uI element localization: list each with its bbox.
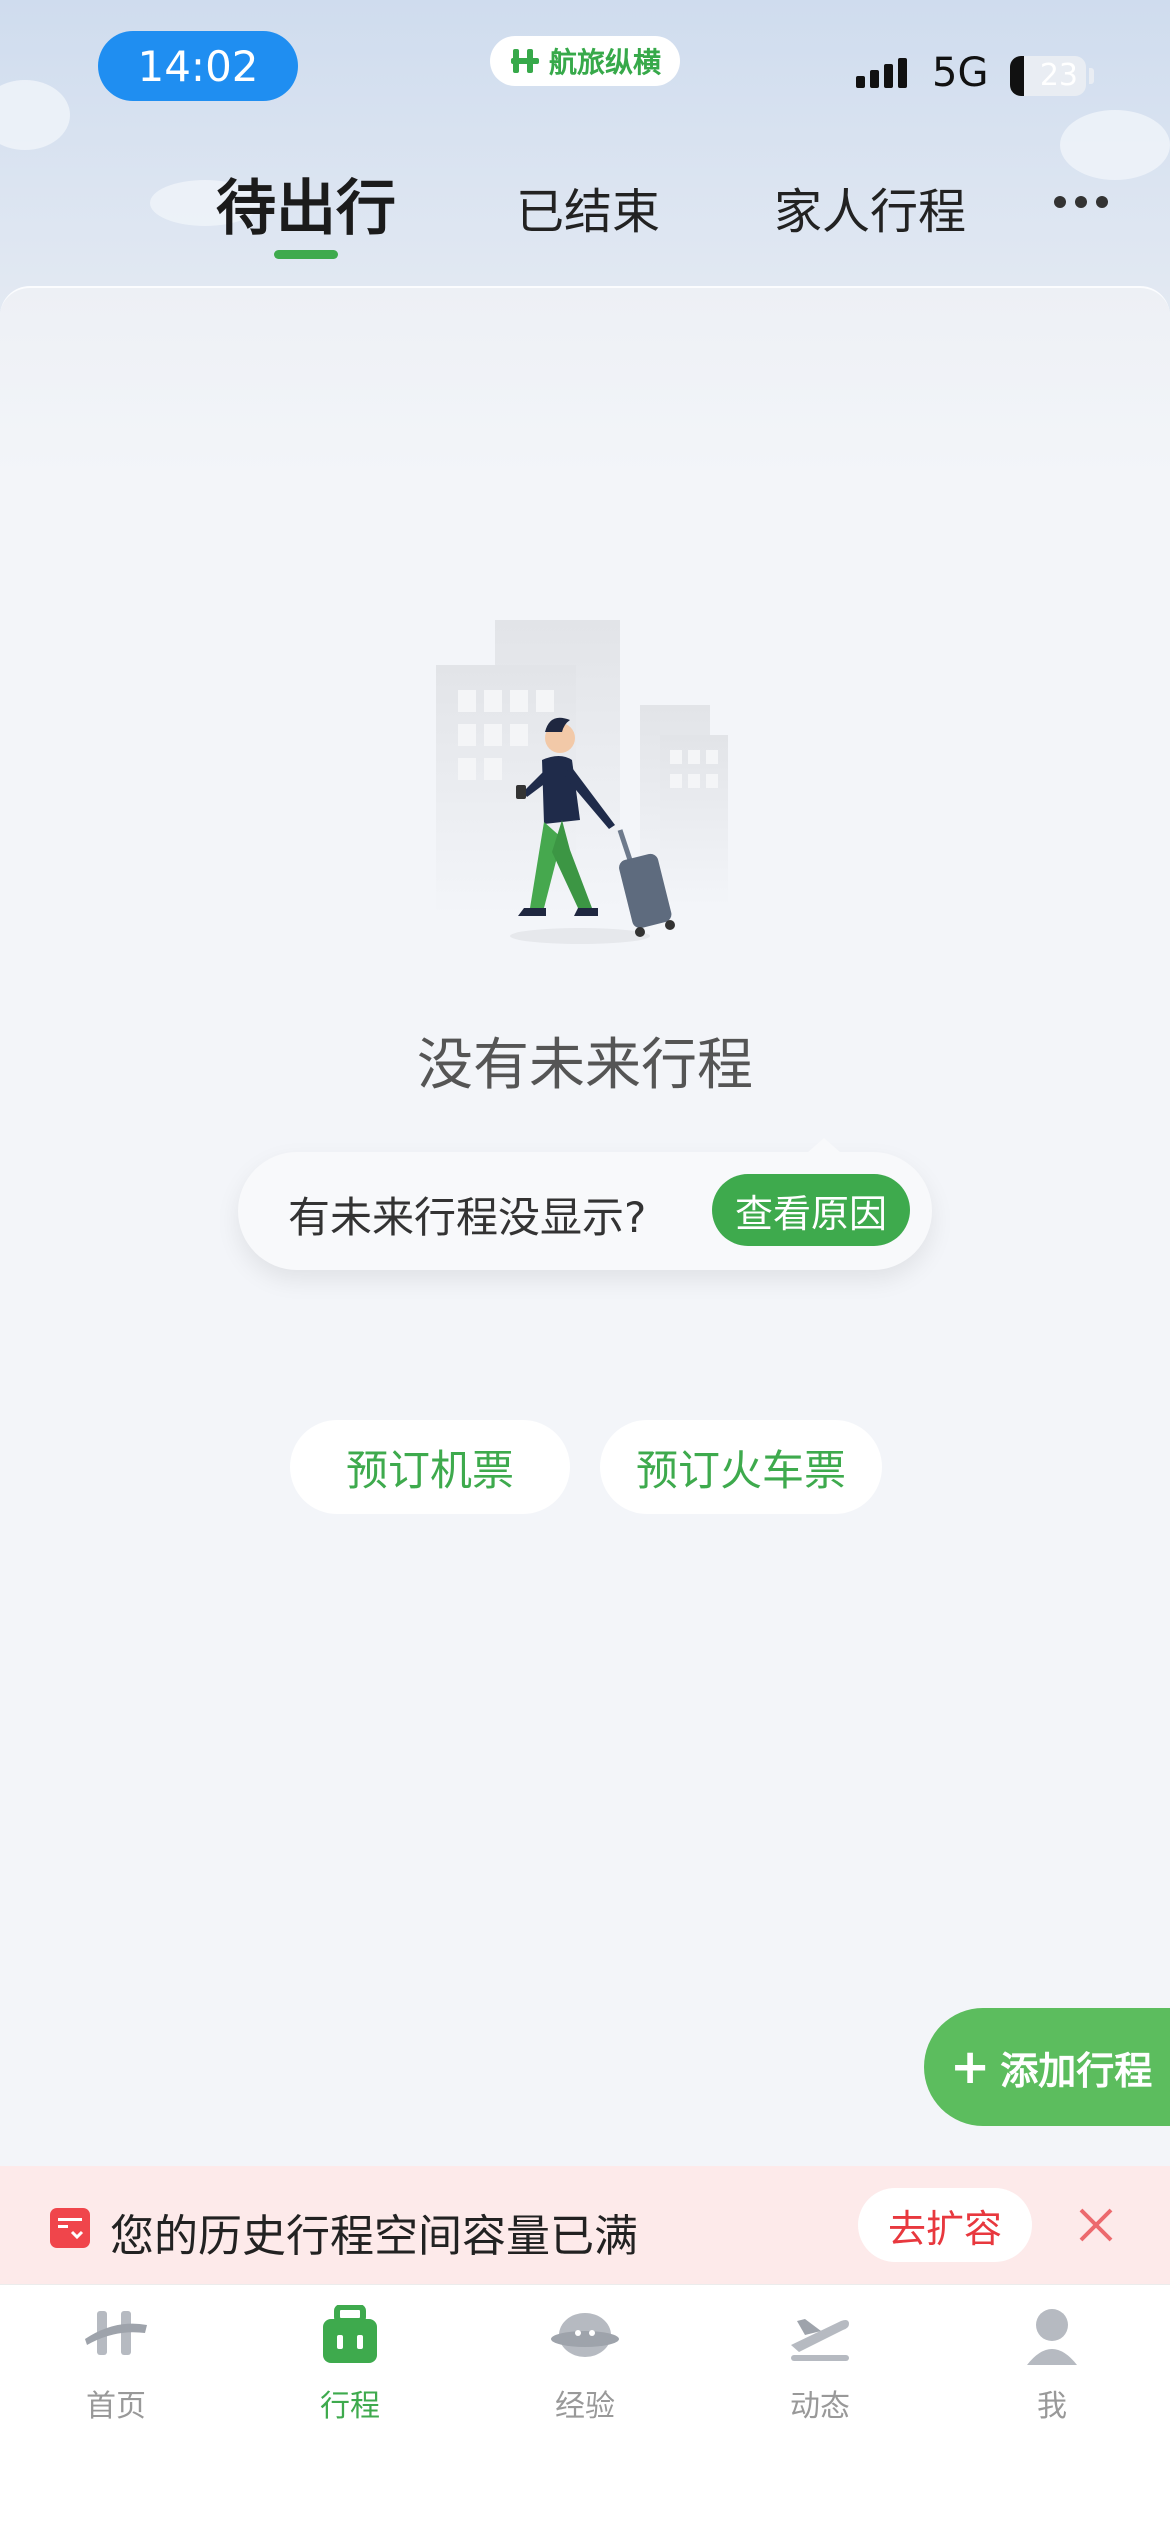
cloud-decoration xyxy=(1060,110,1170,180)
expand-storage-button[interactable]: 去扩容 xyxy=(858,2188,1032,2262)
storage-full-banner: 您的历史行程空间容量已满 去扩容 xyxy=(0,2166,1170,2284)
tabbar-item-home[interactable]: 首页 xyxy=(46,2305,186,2425)
tabbar-label-trips: 行程 xyxy=(320,2389,380,2424)
missing-trip-hint: 有未来行程没显示? 查看原因 xyxy=(238,1138,932,1270)
cloud-decoration xyxy=(0,80,70,150)
flight-status-icon xyxy=(791,2319,849,2361)
trip-icon xyxy=(323,2304,377,2363)
tabbar-item-trips[interactable]: 行程 xyxy=(280,2304,420,2425)
tab-upcoming[interactable]: 待出行 xyxy=(216,160,396,247)
close-icon[interactable] xyxy=(1075,2204,1117,2246)
more-icon[interactable] xyxy=(1054,196,1108,208)
missing-trip-hint-text: 有未来行程没显示? xyxy=(288,1193,647,1242)
battery-cap xyxy=(1089,68,1094,84)
battery-level: 23 xyxy=(1039,58,1078,93)
tabbar-label-status: 动态 xyxy=(790,2389,850,2424)
tabbar-label-home: 首页 xyxy=(86,2389,146,2424)
battery-icon: 23 xyxy=(1010,56,1086,96)
empty-state-title: 没有未来行程 xyxy=(417,1033,753,1098)
tab-active-indicator xyxy=(274,250,338,259)
plus-icon: + xyxy=(950,2039,991,2095)
experience-icon xyxy=(551,2313,619,2357)
tab-ended[interactable]: 已结束 xyxy=(516,172,660,242)
home-icon xyxy=(85,2311,147,2355)
storage-full-message: 您的历史行程空间容量已满 xyxy=(110,2211,638,2262)
storage-warning-icon xyxy=(50,2208,90,2248)
view-reason-button[interactable]: 查看原因 xyxy=(712,1174,910,1246)
bottom-tab-bar: 首页 行程 经验 动态 我 xyxy=(0,2284,1170,2533)
tabbar-item-me[interactable]: 我 xyxy=(982,2305,1122,2425)
signal-icon xyxy=(856,58,907,88)
app-indicator-pill[interactable]: 航旅纵横 xyxy=(490,36,680,86)
book-flight-button[interactable]: 预订机票 xyxy=(290,1420,570,1514)
traveler-illustration xyxy=(436,620,728,944)
tabbar-label-experience: 经验 xyxy=(555,2389,615,2424)
app-logo-icon xyxy=(510,49,539,73)
book-train-button[interactable]: 预订火车票 xyxy=(600,1420,882,1514)
status-time: 14:02 xyxy=(98,31,298,101)
add-trip-label: 添加行程 xyxy=(1000,2048,1153,2093)
tabbar-item-status[interactable]: 动态 xyxy=(750,2305,890,2425)
profile-icon xyxy=(1027,2309,1077,2365)
tab-family-trips[interactable]: 家人行程 xyxy=(774,172,966,242)
add-trip-button[interactable]: + 添加行程 xyxy=(924,2008,1170,2126)
tabbar-label-me: 我 xyxy=(1037,2389,1067,2424)
network-type: 5G xyxy=(932,50,989,96)
app-name: 航旅纵横 xyxy=(548,46,661,79)
tabbar-item-experience[interactable]: 经验 xyxy=(515,2305,655,2425)
